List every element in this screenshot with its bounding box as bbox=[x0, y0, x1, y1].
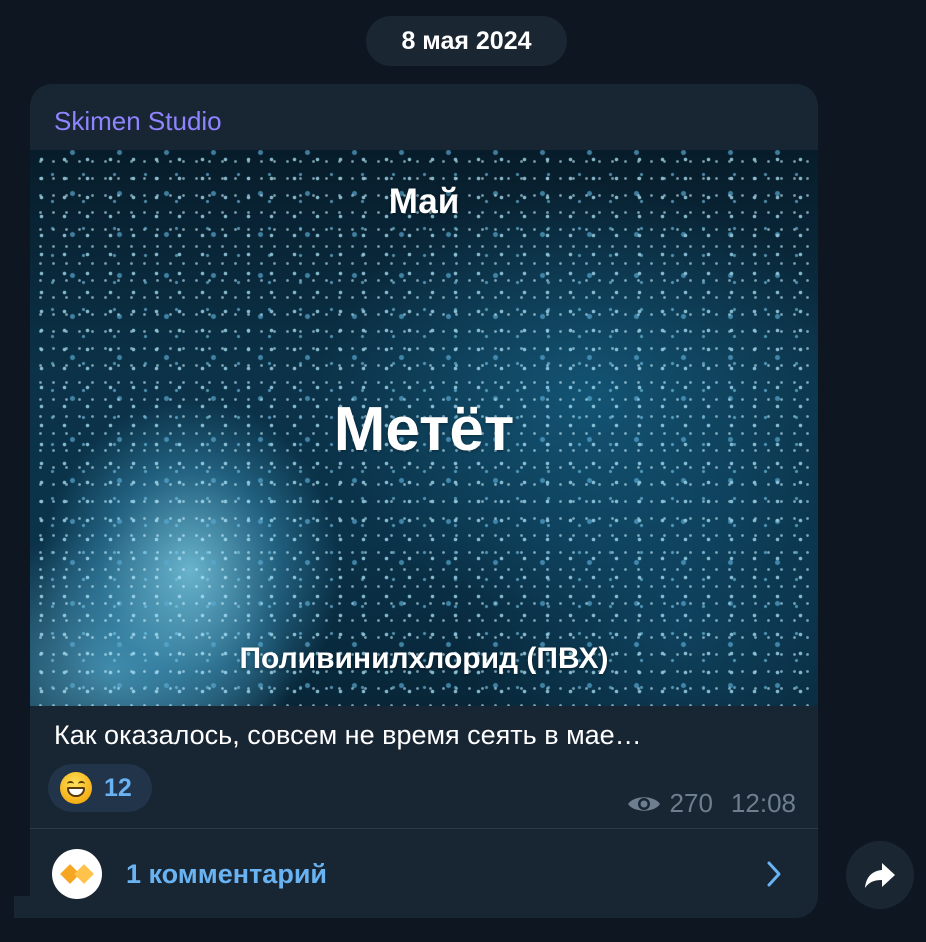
reaction-button[interactable]: 12 bbox=[48, 764, 152, 812]
reaction-count: 12 bbox=[104, 773, 132, 802]
channel-post-bubble: Skimen Studio Май Метёт Поливинилхлорид … bbox=[30, 84, 818, 918]
chevron-right-icon bbox=[767, 861, 781, 887]
image-text-title: Метёт bbox=[333, 395, 515, 464]
share-button[interactable] bbox=[846, 841, 914, 909]
image-text-month: Май bbox=[388, 182, 460, 221]
channel-name[interactable]: Skimen Studio bbox=[54, 106, 222, 137]
views-count: 270 bbox=[669, 788, 713, 818]
date-separator: 8 мая 2024 bbox=[366, 16, 567, 66]
image-text-subtitle: Поливинилхлорид (ПВХ) bbox=[239, 642, 609, 675]
post-image[interactable]: Май Метёт Поливинилхлорид (ПВХ) bbox=[30, 150, 818, 706]
post-meta: 270 12:08 bbox=[626, 788, 796, 819]
comments-button[interactable]: 1 комментарий bbox=[30, 829, 818, 918]
views-eye-icon bbox=[627, 796, 660, 811]
grinning-face-icon bbox=[60, 772, 92, 804]
share-arrow-icon bbox=[865, 863, 895, 888]
post-time: 12:08 bbox=[730, 788, 796, 818]
diamond-logo-icon bbox=[52, 849, 102, 899]
comments-label: 1 комментарий bbox=[126, 859, 328, 889]
post-caption: Как оказалось, совсем не время сеять в м… bbox=[54, 720, 642, 750]
